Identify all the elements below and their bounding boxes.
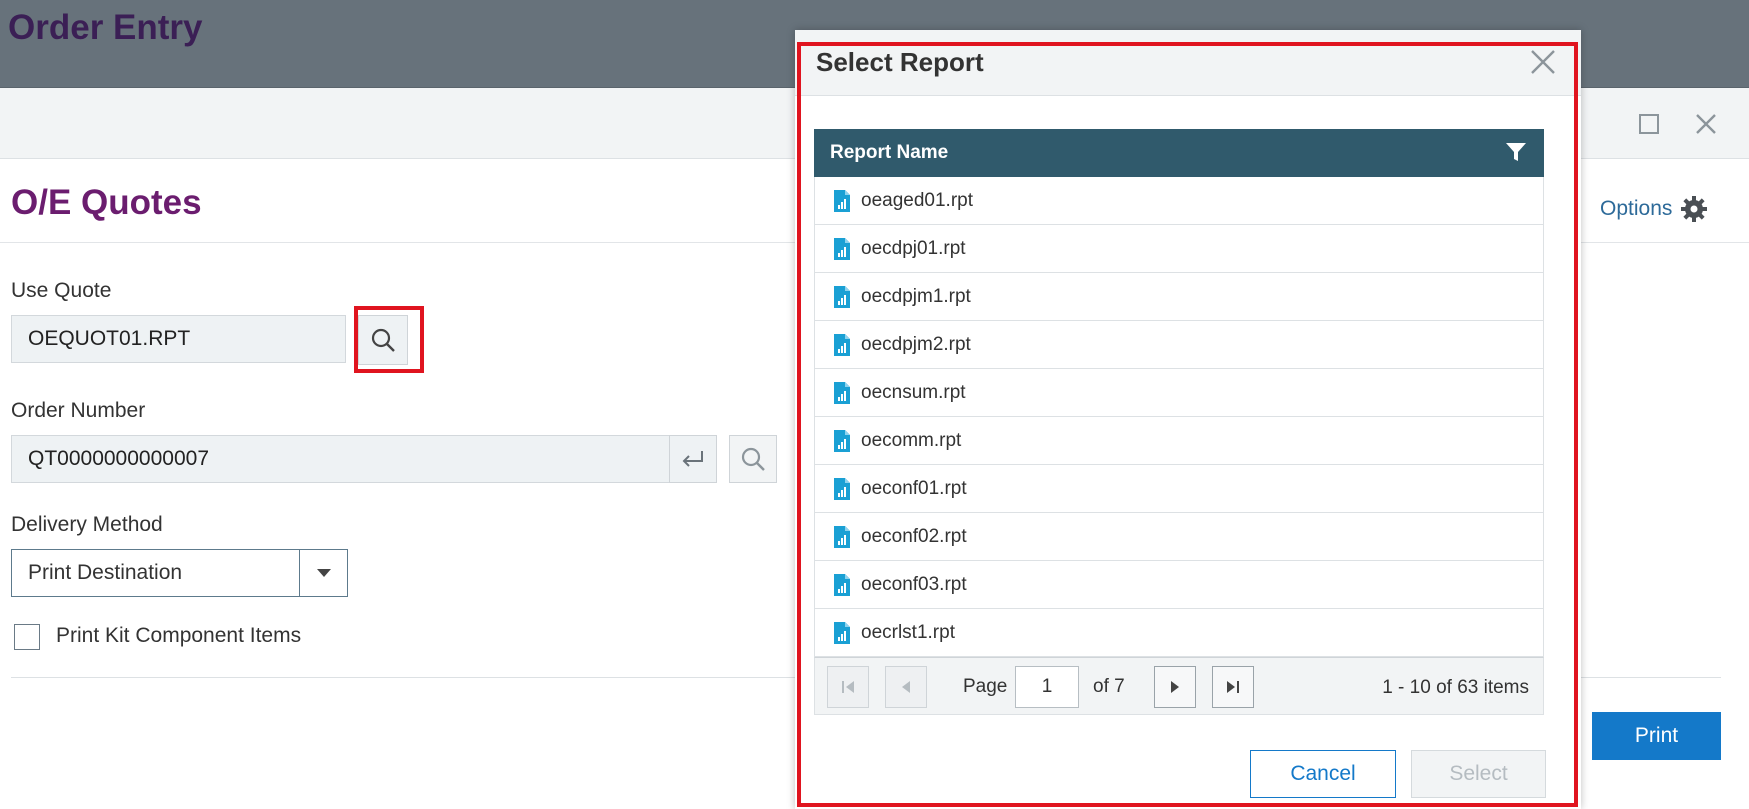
gear-icon bbox=[1681, 196, 1708, 222]
use-quote-input[interactable]: OEQUOT01.RPT bbox=[11, 315, 346, 363]
report-name: oecdpjm2.rpt bbox=[861, 333, 971, 355]
order-number-input[interactable]: QT0000000000007 bbox=[11, 435, 670, 483]
dropdown-arrow-icon[interactable] bbox=[299, 550, 347, 596]
delivery-method-value: Print Destination bbox=[28, 561, 183, 584]
use-quote-label: Use Quote bbox=[11, 279, 112, 302]
report-name: oeaged01.rpt bbox=[861, 189, 973, 211]
report-name: oeconf01.rpt bbox=[861, 477, 967, 499]
order-number-enter-button[interactable] bbox=[669, 435, 717, 483]
dialog-close-icon[interactable] bbox=[1525, 44, 1561, 80]
report-file-icon bbox=[833, 621, 851, 645]
report-file-icon bbox=[833, 285, 851, 309]
finder-highlight bbox=[354, 306, 424, 373]
table-row[interactable]: oecrlst1.rpt bbox=[814, 609, 1544, 657]
previous-page-icon[interactable] bbox=[885, 666, 927, 708]
page-label: Page bbox=[963, 676, 1008, 697]
report-name: oecomm.rpt bbox=[861, 429, 962, 451]
order-number-label: Order Number bbox=[11, 399, 146, 422]
report-file-icon bbox=[833, 477, 851, 501]
table-row[interactable]: oeconf03.rpt bbox=[814, 561, 1544, 609]
report-file-icon bbox=[833, 429, 851, 453]
report-name: oeconf03.rpt bbox=[861, 573, 967, 595]
grid-header: Report Name bbox=[814, 129, 1544, 177]
report-file-icon bbox=[833, 573, 851, 597]
table-row[interactable]: oecdpjm2.rpt bbox=[814, 321, 1544, 369]
page-title: O/E Quotes bbox=[11, 183, 202, 222]
dialog-header: Select Report bbox=[795, 30, 1581, 96]
first-page-icon[interactable] bbox=[827, 666, 869, 708]
grid-pager: Page of 7 1 - 10 of 63 items bbox=[814, 657, 1544, 715]
maximize-icon[interactable] bbox=[1633, 108, 1665, 140]
table-row[interactable]: oecdpj01.rpt bbox=[814, 225, 1544, 273]
table-row[interactable]: oecdpjm1.rpt bbox=[814, 273, 1544, 321]
column-header-report-name[interactable]: Report Name bbox=[830, 142, 948, 164]
options-label: Options bbox=[1600, 197, 1673, 220]
last-page-icon[interactable] bbox=[1212, 666, 1254, 708]
report-file-icon bbox=[833, 333, 851, 357]
report-file-icon bbox=[833, 525, 851, 549]
page-number-input[interactable] bbox=[1015, 666, 1079, 708]
pager-summary: 1 - 10 of 63 items bbox=[1382, 677, 1529, 698]
order-number-finder-button[interactable] bbox=[729, 435, 777, 483]
dialog-title: Select Report bbox=[816, 47, 984, 77]
page-count-label: of 7 bbox=[1093, 676, 1125, 697]
report-name: oecrlst1.rpt bbox=[861, 621, 955, 643]
report-file-icon bbox=[833, 381, 851, 405]
window-close-icon[interactable] bbox=[1690, 108, 1722, 140]
report-grid: Report Name oeaged01.rpt oecdpj01.rpt oecd… bbox=[814, 129, 1544, 715]
table-row[interactable]: oeaged01.rpt bbox=[814, 177, 1544, 225]
next-page-icon[interactable] bbox=[1154, 666, 1196, 708]
report-file-icon bbox=[833, 237, 851, 261]
report-name: oecnsum.rpt bbox=[861, 381, 966, 403]
table-row[interactable]: oecomm.rpt bbox=[814, 417, 1544, 465]
delivery-method-label: Delivery Method bbox=[11, 513, 163, 536]
app-title: Order Entry bbox=[8, 8, 203, 47]
table-row[interactable]: oeconf01.rpt bbox=[814, 465, 1544, 513]
delivery-method-select[interactable]: Print Destination bbox=[11, 549, 348, 597]
options-button[interactable]: Options bbox=[1600, 195, 1708, 223]
report-file-icon bbox=[833, 189, 851, 213]
report-name: oecdpj01.rpt bbox=[861, 237, 966, 259]
enter-icon bbox=[682, 451, 703, 467]
print-button[interactable]: Print bbox=[1592, 712, 1721, 760]
table-row[interactable]: oeconf02.rpt bbox=[814, 513, 1544, 561]
select-button[interactable]: Select bbox=[1411, 750, 1546, 798]
print-kit-checkbox[interactable] bbox=[14, 624, 40, 650]
grid-body: oeaged01.rpt oecdpj01.rpt oecdpjm1.rpt oecd… bbox=[814, 177, 1544, 657]
report-name: oecdpjm1.rpt bbox=[861, 285, 971, 307]
search-icon bbox=[741, 447, 765, 471]
table-row[interactable]: oecnsum.rpt bbox=[814, 369, 1544, 417]
print-kit-label: Print Kit Component Items bbox=[56, 624, 302, 647]
filter-icon[interactable] bbox=[1504, 140, 1528, 170]
select-report-dialog: Select Report Report Name oeaged01.rpt oe… bbox=[795, 30, 1581, 809]
cancel-button[interactable]: Cancel bbox=[1250, 750, 1396, 798]
report-name: oeconf02.rpt bbox=[861, 525, 967, 547]
